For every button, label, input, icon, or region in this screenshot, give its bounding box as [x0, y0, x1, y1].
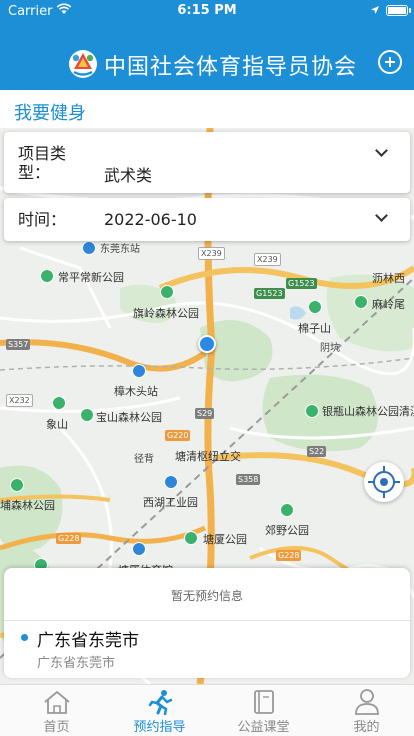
person-icon — [352, 689, 382, 715]
map-label-xiangshan: 象山 — [46, 418, 68, 431]
title-row: 中国社会体育指导员协会 — [0, 44, 414, 84]
location-address: 广东省东莞市 — [37, 656, 116, 671]
crosshair-tick — [394, 481, 400, 483]
project-type-label: 项目类型： — [18, 144, 67, 182]
stadium-icon — [132, 542, 146, 556]
time-value: 2022-06-10 — [104, 210, 197, 229]
map-label-puling-park: 埔森林公园 — [0, 499, 55, 512]
tab-booking-guidance-label: 预约指导 — [133, 720, 186, 735]
tab-profile-label: 我的 — [353, 720, 380, 735]
app-header: Carrier 6:15 PM 中国社会体育指导员协会 — [0, 0, 414, 90]
park-icon — [80, 408, 94, 422]
location-info-card[interactable]: 暂无预约信息 广东省东莞市 广东省东莞市 — [4, 568, 410, 678]
chevron-down-icon[interactable] — [375, 209, 388, 222]
runner-icon — [145, 689, 175, 716]
time-label: 时间： — [18, 210, 67, 229]
chevron-down-icon[interactable] — [375, 144, 388, 157]
map-label-mianzishan: 棉子山 — [298, 322, 331, 335]
book-icon — [249, 689, 279, 715]
map-label-mali: 麻岭尾 — [372, 298, 405, 311]
map-label-qiling-park: 旗岭森林公园 — [133, 307, 199, 320]
map-label-changping-park: 常平常新公园 — [58, 271, 124, 284]
map-label-tangqing-interchange: 塘清枢纽立交 — [175, 450, 241, 463]
tab-home[interactable]: 首页 — [5, 685, 108, 736]
section-title: 我要健身 — [0, 90, 414, 128]
tab-bar: 首页 预约指导 公益课堂 我的 — [0, 684, 414, 736]
mountain-icon — [354, 295, 368, 309]
station-icon — [82, 241, 96, 255]
tab-public-classroom-label: 公益课堂 — [237, 720, 290, 735]
industrial-icon — [164, 475, 178, 489]
mountain-icon — [52, 396, 66, 410]
status-bar: Carrier 6:15 PM — [0, 2, 414, 20]
app-title: 中国社会体育指导员协会 — [104, 55, 358, 80]
park-icon — [280, 503, 294, 517]
road-badge-g220: G220 — [165, 430, 191, 441]
home-icon — [42, 689, 72, 715]
map-label-tangxia-park: 塘厦公园 — [203, 533, 247, 546]
locate-me-button[interactable] — [364, 462, 404, 502]
map-label-yinping-park: 银瓶山森林公园清溪景区 — [322, 405, 414, 418]
tab-profile[interactable]: 我的 — [315, 685, 414, 736]
mountain-icon — [308, 300, 322, 314]
park-icon — [305, 404, 319, 418]
tab-public-classroom[interactable]: 公益课堂 — [212, 685, 315, 736]
crosshair-tick — [368, 481, 374, 483]
no-booking-message: 暂无预约信息 — [170, 589, 243, 603]
time-selector[interactable]: 时间： 2022-06-10 — [4, 198, 410, 241]
battery-tip — [409, 8, 411, 13]
road-badge-x239: X239 — [198, 247, 225, 260]
road-badge-g1523: G1523 — [254, 288, 285, 299]
map-label-baoshan-park: 宝山森林公园 — [96, 411, 162, 424]
crosshair-dot — [380, 478, 388, 486]
road-badge-g228: G228 — [56, 533, 82, 544]
location-pin-icon[interactable] — [198, 335, 216, 353]
association-logo-icon — [68, 49, 98, 79]
project-type-value: 武术类 — [104, 166, 153, 185]
park-icon — [160, 285, 174, 299]
divider — [4, 620, 410, 621]
map-label-jiaoye-park: 郊野公园 — [265, 524, 309, 537]
station-icon — [132, 364, 146, 378]
tab-booking-guidance[interactable]: 预约指导 — [108, 685, 211, 736]
map-label-zhangmutou-station: 樟木头站 — [114, 385, 158, 398]
location-services-icon — [370, 4, 380, 19]
add-button[interactable] — [378, 50, 402, 74]
crosshair-tick — [383, 492, 385, 498]
road-badge-g228: G228 — [276, 550, 302, 561]
road-badge-x232: X232 — [6, 394, 33, 407]
battery-icon — [386, 5, 408, 16]
road-badge-x239: X239 — [254, 253, 281, 266]
location-name: 广东省东莞市 — [37, 631, 139, 651]
project-type-selector[interactable]: 项目类型： 武术类 — [4, 132, 410, 193]
park-icon — [184, 531, 198, 545]
location-dot-icon — [21, 634, 28, 641]
map-label-lilin-west: 沥林西 — [372, 272, 405, 285]
map-label-jingbei: 径背 — [134, 454, 154, 465]
park-icon — [40, 269, 54, 283]
park-icon — [10, 478, 24, 492]
road-badge-s357: S357 — [6, 339, 31, 350]
map-label-yinkeng: 阴坑 — [320, 343, 340, 354]
road-badge-s358: S358 — [236, 474, 261, 485]
crosshair-tick — [383, 466, 385, 472]
map-label-dongguan-east: 东莞东站 — [100, 244, 140, 255]
road-badge-g1523: G1523 — [286, 278, 317, 289]
road-badge-s22: S22 — [307, 446, 327, 457]
clock: 6:15 PM — [177, 3, 237, 18]
tab-home-label: 首页 — [43, 720, 70, 735]
road-badge-s29: S29 — [195, 408, 215, 419]
map-label-xihu-industrial: 西湖工业园 — [143, 496, 198, 509]
